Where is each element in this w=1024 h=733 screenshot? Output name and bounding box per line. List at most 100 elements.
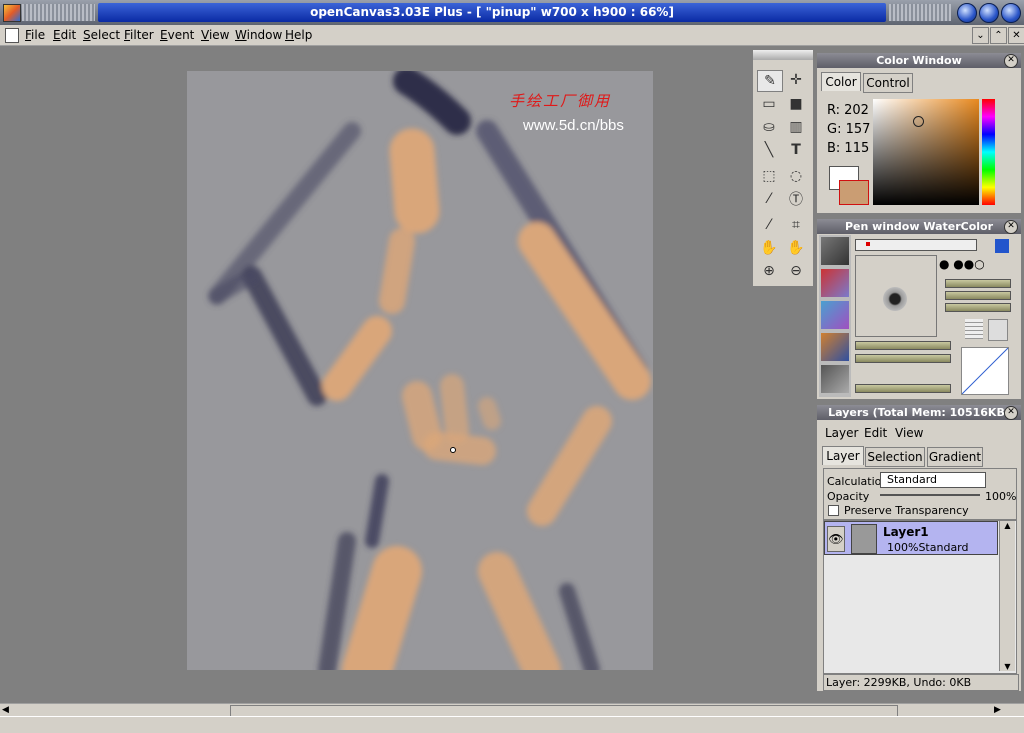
bucket-icon[interactable]: ⛀ [757, 117, 781, 137]
close-window-button[interactable] [1001, 3, 1021, 23]
layers-window: Layers (Total Mem: 10516KB) ✕ Layer Edit… [816, 404, 1022, 692]
toolbox-grip[interactable] [753, 50, 813, 60]
menu-view[interactable]: View [201, 28, 229, 42]
app-icon[interactable] [3, 4, 21, 22]
doc-restore-button[interactable]: ⌃ [990, 27, 1007, 44]
layer-properties: Calculation Standard Opacity 100% Preser… [823, 468, 1017, 520]
layer-info: 100%Standard [887, 541, 969, 554]
maximize-button[interactable] [979, 3, 999, 23]
hand-icon[interactable]: ✋ [757, 238, 781, 258]
brush-oil-icon[interactable] [821, 333, 849, 361]
tab-color[interactable]: Color [821, 72, 861, 91]
tab-selection[interactable]: Selection [865, 447, 925, 467]
blue-value: B: 115 [827, 141, 870, 156]
title-strip-left [22, 4, 95, 21]
zoom-in-icon[interactable]: ⊕ [757, 261, 781, 281]
hue-slider[interactable] [982, 99, 995, 205]
save-brush-icon[interactable] [995, 239, 1009, 253]
opacity-value: 100% [985, 490, 1017, 503]
color-window: Color Window ✕ Color Control R: 202 G: 1… [816, 52, 1022, 214]
menu-filter[interactable]: Filter [124, 28, 154, 42]
painting [208, 71, 651, 670]
pen-window-close-button[interactable]: ✕ [1004, 220, 1018, 234]
pen-slider-3[interactable] [945, 303, 1011, 312]
gradient-icon[interactable]: ▥ [784, 117, 808, 137]
brush-watercolor-icon[interactable] [821, 269, 849, 297]
opacity-slider[interactable] [880, 494, 980, 496]
pen-slider-2[interactable] [945, 291, 1011, 300]
move-icon[interactable]: ✛ [784, 70, 808, 90]
brush-preview [855, 255, 937, 337]
menu-help[interactable]: Help [285, 28, 312, 42]
fill-icon[interactable]: ■ [784, 94, 808, 114]
wand-icon[interactable]: ⁄ [757, 189, 781, 209]
layers-title: Layers (Total Mem: 10516KB) [817, 405, 1021, 420]
zoom-out-icon[interactable]: ⊖ [784, 261, 808, 281]
color-picker-square[interactable] [873, 99, 979, 205]
brush-size-ruler[interactable] [855, 239, 977, 251]
texture-blank-icon[interactable] [988, 319, 1008, 341]
menu-event[interactable]: Event [160, 28, 194, 42]
current-color-swatch[interactable] [839, 180, 869, 205]
pen-icon[interactable]: ✎ [757, 70, 783, 92]
window-title: openCanvas3.03E Plus - [ "pinup" w700 x … [98, 3, 886, 22]
pen-window: Pen window WaterColor ✕ ● ●●○ [816, 218, 1022, 400]
doc-close-button[interactable]: ✕ [1008, 27, 1024, 44]
tab-layer[interactable]: Layer [822, 446, 864, 465]
color-window-title: Color Window [817, 53, 1021, 68]
menu-select[interactable]: Select [83, 28, 120, 42]
eyedropper-icon[interactable]: ⁄ [757, 215, 781, 235]
layer-list-scrollbar[interactable]: ▲ ▼ [999, 521, 1015, 671]
menu-edit[interactable]: Edit [53, 28, 76, 42]
document-icon[interactable] [5, 28, 19, 43]
calculation-select[interactable]: Standard [880, 472, 986, 488]
pen-window-title: Pen window WaterColor [817, 219, 1021, 234]
layers-menu-layer[interactable]: Layer [825, 426, 858, 440]
pen-slider-5[interactable] [855, 354, 951, 363]
brush-water-icon[interactable] [821, 301, 849, 329]
text-select-icon[interactable]: Ⓣ [784, 189, 808, 209]
tab-control[interactable]: Control [863, 73, 913, 93]
select-rect-icon[interactable]: ⬚ [757, 166, 781, 186]
layers-menu-edit[interactable]: Edit [864, 426, 887, 440]
text-icon[interactable]: T [784, 140, 808, 160]
drawing-canvas[interactable]: 手绘工厂御用 www.5d.cn/bbs [187, 71, 653, 670]
pen-slider-4[interactable] [855, 341, 951, 350]
layer-name: Layer1 [883, 525, 929, 539]
layer-thumbnail [851, 524, 877, 554]
eye-icon[interactable]: 👁 [827, 526, 845, 552]
layer-row[interactable]: 👁 Layer1 100%Standard [824, 521, 998, 555]
rotate-hand-icon[interactable]: ✋ [784, 238, 808, 258]
brush-pen-icon[interactable] [821, 237, 849, 265]
scroll-right-icon[interactable]: ▶ [994, 705, 1001, 715]
pressure-curve[interactable] [961, 347, 1009, 395]
preserve-label: Preserve Transparency [844, 504, 969, 517]
horizontal-scrollbar[interactable]: ◀ ▶ [0, 703, 1024, 717]
line-icon[interactable]: ╲ [757, 140, 781, 160]
rect-icon[interactable]: ▭ [757, 94, 781, 114]
minimize-button[interactable] [957, 3, 977, 23]
title-bar: openCanvas3.03E Plus - [ "pinup" w700 x … [0, 0, 1024, 25]
layers-footer: Layer: 2299KB, Undo: 0KB [823, 674, 1019, 691]
layers-close-button[interactable]: ✕ [1004, 406, 1018, 420]
title-strip-right [889, 4, 951, 21]
opacity-label: Opacity [827, 490, 870, 503]
tab-gradient[interactable]: Gradient [927, 447, 983, 467]
scroll-left-icon[interactable]: ◀ [2, 705, 9, 715]
red-value: R: 202 [827, 103, 869, 118]
brush-list [819, 235, 851, 397]
crop-icon[interactable]: ⌗ [784, 215, 808, 235]
doc-minimize-button[interactable]: ⌄ [972, 27, 989, 44]
preserve-checkbox[interactable] [828, 505, 839, 516]
menu-file[interactable]: File [25, 28, 45, 42]
layers-menu-view[interactable]: View [895, 426, 923, 440]
toolbox: ✎ ✛ ▭ ■ ⛀ ▥ ╲ T ⬚ ◌ ⁄ Ⓣ ⁄ ⌗ ✋ ✋ ⊕ ⊖ [752, 49, 814, 287]
pen-slider-1[interactable] [945, 279, 1011, 288]
color-window-close-button[interactable]: ✕ [1004, 54, 1018, 68]
tip-shape-selector[interactable]: ● ●●○ [939, 257, 1017, 271]
pen-slider-6[interactable] [855, 384, 951, 393]
brush-airbrush-icon[interactable] [821, 365, 849, 393]
menu-window[interactable]: Window [235, 28, 282, 42]
texture-grid-icon[interactable] [965, 319, 983, 339]
lasso-icon[interactable]: ◌ [784, 166, 808, 186]
